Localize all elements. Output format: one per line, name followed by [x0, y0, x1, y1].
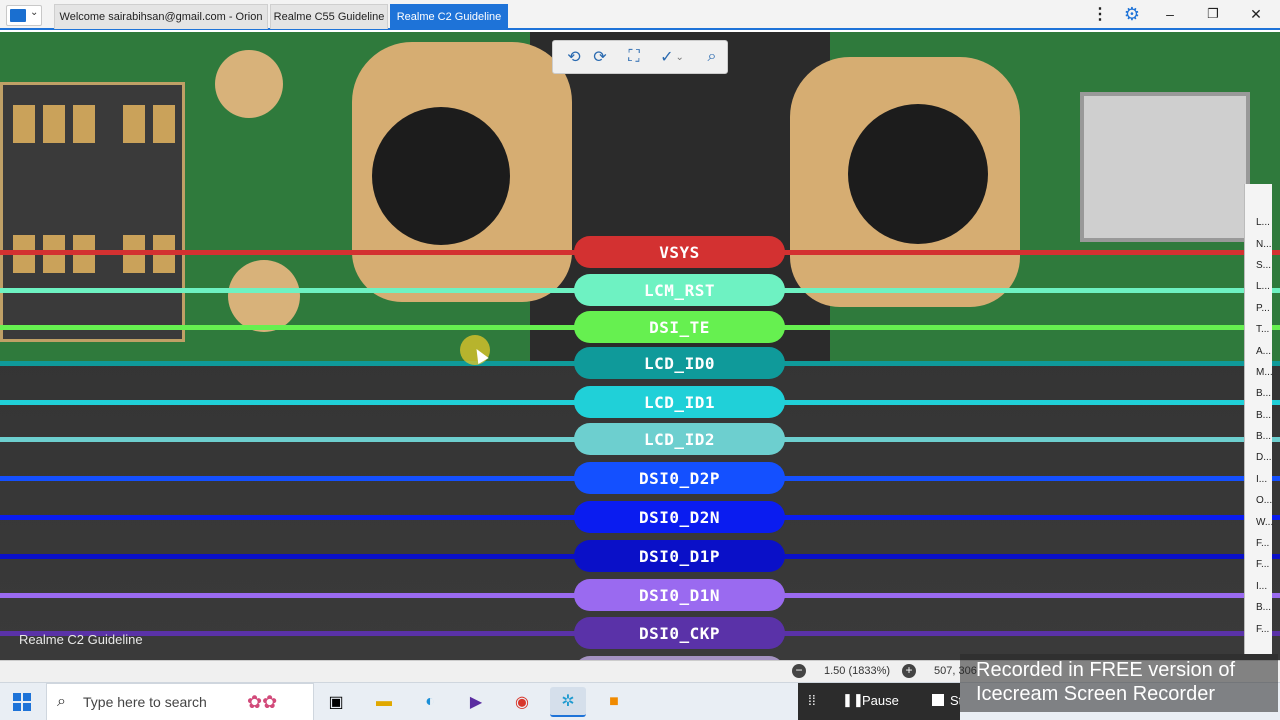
- board-viewer[interactable]: VSYS LCM_RST DSI_TE LCD_ID0 LCD_ID1 LCD_ID2 DS…: [0, 32, 1280, 660]
- side-panel-item[interactable]: T...: [1245, 319, 1272, 340]
- gear-icon[interactable]: ⚙: [1112, 0, 1152, 28]
- task-view-icon[interactable]: ▣: [318, 687, 354, 717]
- drag-handle-icon[interactable]: ⁞⁞: [808, 692, 816, 708]
- side-panel-item[interactable]: P...: [1245, 298, 1272, 319]
- app-menu-button[interactable]: ⌄: [6, 5, 42, 26]
- side-panel-item[interactable]: A...: [1245, 340, 1272, 361]
- net-label[interactable]: LCM_RST: [574, 274, 785, 306]
- net-label[interactable]: LCD_ID2: [574, 423, 785, 455]
- tab-label: Realme C2 Guideline: [396, 11, 502, 23]
- recorder-watermark: Recorded in FREE version of Icecream Scr…: [960, 654, 1278, 712]
- recorder-app-icon[interactable]: ■: [596, 687, 632, 717]
- pause-icon[interactable]: ❚❚: [842, 692, 864, 708]
- side-panel-item[interactable]: S...: [1245, 255, 1272, 276]
- side-panel-item[interactable]: L...: [1245, 212, 1272, 233]
- stop-icon[interactable]: [932, 694, 944, 706]
- shield-component: [1080, 92, 1250, 242]
- tab-label: Welcome sairabihsan@gmail.com - Orion: [59, 11, 263, 23]
- layer-side-panel: L... N... S... L... P... T... A... M... B... B...…: [1244, 184, 1273, 654]
- taskbar-search[interactable]: ⌕ Type here to search ✿✿: [46, 683, 314, 720]
- stop-button[interactable]: Stop: [950, 693, 960, 708]
- net-label[interactable]: DSI0_CKP: [574, 617, 785, 649]
- zoom-out-icon[interactable]: −: [792, 664, 806, 678]
- net-label[interactable]: LCD_ID1: [574, 386, 785, 418]
- side-panel-item[interactable]: W...: [1245, 511, 1273, 532]
- media-app-icon[interactable]: ▶: [458, 687, 494, 717]
- pause-button[interactable]: Pause: [862, 693, 899, 708]
- side-panel-item[interactable]: M...: [1245, 362, 1273, 383]
- tab-label: Realme C55 Guideline: [273, 11, 385, 23]
- app-window: ⌄ Welcome sairabihsan@gmail.com - Orion …: [0, 0, 1280, 720]
- solder-pad: [228, 260, 300, 332]
- chevron-down-icon: ⌄: [30, 7, 39, 18]
- title-bar: ⌄ Welcome sairabihsan@gmail.com - Orion …: [0, 0, 1280, 30]
- recorder-controls: ⁞⁞ ❚❚ Pause Stop: [798, 683, 960, 720]
- side-panel-item[interactable]: I...: [1245, 576, 1272, 597]
- net-label[interactable]: DSI0_D1N: [574, 579, 785, 611]
- fit-screen-icon[interactable]: ⛶: [621, 44, 647, 70]
- side-panel-item[interactable]: F...: [1245, 533, 1272, 554]
- net-label[interactable]: VSYS: [574, 236, 785, 268]
- minimize-icon[interactable]: –: [1150, 0, 1190, 28]
- side-panel-item[interactable]: B...: [1245, 383, 1272, 404]
- close-icon[interactable]: ✕: [1236, 0, 1276, 28]
- edge-icon[interactable]: ◐: [412, 687, 448, 717]
- side-panel-item[interactable]: B...: [1245, 405, 1272, 426]
- side-panel-item[interactable]: I...: [1245, 469, 1272, 490]
- net-label[interactable]: LCD_ID0: [574, 347, 785, 379]
- side-panel-item[interactable]: D...: [1245, 447, 1272, 468]
- watermark-line1: Recorded in FREE version of: [976, 659, 1236, 681]
- side-panel-item[interactable]: N...: [1245, 233, 1272, 254]
- side-list: L... N... S... L... P... T... A... M... B... B...…: [1245, 184, 1273, 640]
- search-icon[interactable]: ⌕: [699, 44, 725, 70]
- zoom-level: 1.50 (1833%): [824, 665, 891, 677]
- zoom-in-icon[interactable]: +: [902, 664, 916, 678]
- app-logo-icon: [10, 9, 26, 22]
- mounting-hole: [372, 107, 510, 245]
- net-label[interactable]: DSI0_D2N: [574, 501, 785, 533]
- windows-logo-icon: [13, 693, 31, 711]
- side-panel-item[interactable]: F...: [1245, 618, 1272, 639]
- start-button[interactable]: [0, 683, 44, 720]
- viewer-toolbar: ⟲ ⟳ ⛶ ✓ ⌄ ⌕: [552, 40, 728, 74]
- net-label[interactable]: DSI0_D2P: [574, 462, 785, 494]
- side-panel-item[interactable]: F...: [1245, 554, 1272, 575]
- side-panel-item[interactable]: L...: [1245, 276, 1272, 297]
- tab-realme-c55[interactable]: Realme C55 Guideline: [270, 4, 388, 29]
- board-name-label: Realme C2 Guideline: [19, 632, 143, 647]
- connector-component: [0, 82, 185, 342]
- watermark-line2: Icecream Screen Recorder: [976, 683, 1215, 705]
- side-panel-item[interactable]: B...: [1245, 426, 1272, 447]
- doodle-icon: ✿✿: [247, 691, 278, 712]
- side-panel-item[interactable]: O...: [1245, 490, 1272, 511]
- rotate-right-icon[interactable]: ⟳: [587, 44, 613, 70]
- tab-welcome[interactable]: Welcome sairabihsan@gmail.com - Orion: [54, 4, 268, 29]
- file-explorer-icon[interactable]: ▬: [366, 687, 402, 717]
- orion-app-icon[interactable]: ✲: [550, 687, 586, 717]
- mounting-hole: [848, 104, 988, 244]
- rotate-left-icon[interactable]: ⟲: [561, 44, 587, 70]
- tab-realme-c2[interactable]: Realme C2 Guideline: [390, 4, 508, 29]
- search-placeholder: Type here to search: [83, 694, 207, 710]
- restore-icon[interactable]: ❐: [1193, 0, 1233, 28]
- search-icon: ⌕: [57, 693, 66, 710]
- chrome-icon[interactable]: ◉: [504, 687, 540, 717]
- net-label[interactable]: DSI_TE: [574, 311, 785, 343]
- check-dropdown-icon[interactable]: ✓ ⌄: [655, 44, 689, 70]
- solder-pad: [215, 50, 283, 118]
- side-panel-item[interactable]: B...: [1245, 597, 1272, 618]
- net-label[interactable]: DSI0_D1P: [574, 540, 785, 572]
